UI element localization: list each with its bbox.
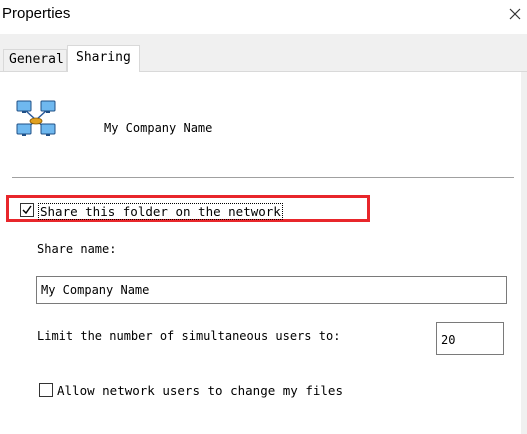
network-share-icon xyxy=(16,100,56,136)
tab-sharing[interactable]: Sharing xyxy=(67,45,140,72)
limit-users-label: Limit the number of simultaneous users t… xyxy=(37,329,341,343)
close-button[interactable] xyxy=(503,2,527,26)
title-bar: Properties xyxy=(0,0,527,34)
allow-change-label[interactable]: Allow network users to change my files xyxy=(57,383,343,398)
tab-strip: General Sharing xyxy=(0,34,527,74)
limit-users-input[interactable] xyxy=(436,322,504,355)
close-icon xyxy=(509,8,521,20)
share-folder-label[interactable]: Share this folder on the network xyxy=(38,203,283,220)
checkmark-icon xyxy=(22,205,32,215)
share-name-input[interactable] xyxy=(36,276,507,304)
share-folder-checkbox[interactable] xyxy=(20,203,34,217)
share-name-label: Share name: xyxy=(37,242,117,256)
folder-name: My Company Name xyxy=(104,121,213,135)
allow-change-checkbox[interactable] xyxy=(39,383,53,397)
scrollbar[interactable] xyxy=(521,72,527,434)
tab-general[interactable]: General xyxy=(3,49,67,71)
separator xyxy=(12,177,514,178)
window-title: Properties xyxy=(2,5,71,22)
